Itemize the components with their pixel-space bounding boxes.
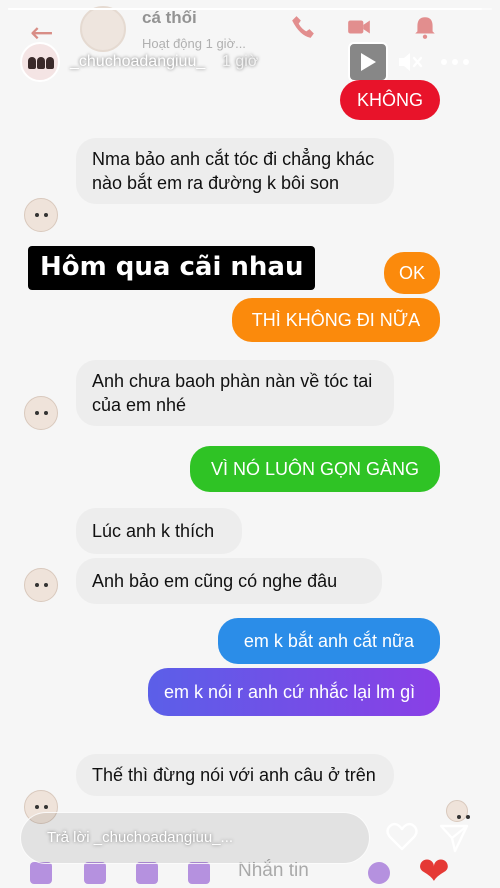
message-bubble: Lúc anh k thích: [76, 508, 242, 554]
story-caption: Hôm qua cãi nhau: [28, 246, 316, 290]
heart-icon[interactable]: [386, 822, 418, 852]
message-bubble: Nma bảo anh cắt tóc đi chẳng khác nào bắ…: [76, 138, 394, 204]
story-username[interactable]: _chuchoadangiuu_: [70, 53, 205, 71]
message-bubble: em k bắt anh cắt nữa: [218, 618, 440, 664]
play-icon: [361, 53, 376, 71]
contact-status: Hoạt động 1 giờ...: [142, 36, 246, 51]
seen-avatar: [446, 800, 470, 822]
message-bubble: OK: [384, 252, 440, 294]
play-button[interactable]: [348, 42, 388, 82]
message-bubble: KHÔNG: [340, 80, 440, 120]
mic-icon: [188, 862, 210, 884]
message-bubble: VÌ NÓ LUÔN GỌN GÀNG: [190, 446, 440, 492]
story-progress-bar: [8, 8, 492, 10]
emoji-icon: [368, 862, 390, 884]
story-viewer: ← cá thối Hoạt động 1 giờ... _chuchoadan…: [0, 0, 500, 888]
send-icon[interactable]: [438, 822, 470, 854]
contact-avatar-small: [24, 396, 58, 430]
reply-field[interactable]: Trả lời _chuchoadangiuu_...: [20, 812, 370, 864]
user-avatar[interactable]: [20, 42, 60, 82]
video-icon: [348, 20, 370, 34]
story-progress-fill: [8, 8, 483, 10]
image-icon: [136, 862, 158, 884]
more-icon[interactable]: [440, 56, 470, 68]
contact-avatar: [80, 6, 126, 52]
phone-icon: [292, 16, 314, 38]
contact-avatar-small: [24, 568, 58, 602]
reply-input[interactable]: Trả lời _chuchoadangiuu_...: [47, 829, 233, 846]
contact-name: cá thối: [142, 8, 197, 27]
menu-icon: [30, 862, 52, 884]
story-time: 1 giờ: [222, 53, 259, 70]
message-bubble: Anh bảo em cũng có nghe đâu: [76, 558, 382, 604]
mute-icon[interactable]: [396, 48, 424, 76]
message-bubble: Thế thì đừng nói với anh câu ở trên: [76, 754, 394, 796]
messenger-heart-icon: ❤: [418, 849, 450, 888]
camera-icon: [84, 862, 106, 884]
contact-avatar-small: [24, 198, 58, 232]
bell-icon: [415, 17, 435, 39]
message-bubble: em k nói r anh cứ nhắc lại lm gì: [148, 668, 440, 716]
message-bubble: Anh chưa baoh phàn nàn về tóc tai của em…: [76, 360, 394, 426]
message-bubble: THÌ KHÔNG ĐI NỮA: [232, 298, 440, 342]
